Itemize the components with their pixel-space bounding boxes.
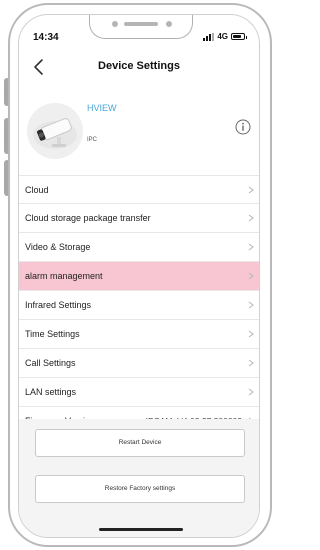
chevron-right-icon (248, 186, 254, 194)
menu-item-label: Call Settings (25, 358, 76, 368)
menu-item-cloud-transfer[interactable]: Cloud storage package transfer (19, 204, 259, 233)
chevron-right-icon (248, 272, 254, 280)
status-time: 14:34 (33, 32, 59, 43)
signal-icon (203, 32, 215, 41)
chevron-right-icon (248, 388, 254, 396)
chevron-right-icon (248, 359, 254, 367)
menu-item-label: Infrared Settings (25, 300, 92, 310)
chevron-right-icon (248, 330, 254, 338)
home-indicator (99, 528, 183, 531)
camera-dot (112, 21, 118, 27)
status-icons: 4G (203, 32, 247, 41)
chevron-right-icon (248, 301, 254, 309)
battery-icon (231, 33, 247, 40)
phone-notch (89, 15, 193, 39)
menu-item-infrared[interactable]: Infrared Settings (19, 291, 259, 320)
device-type: IPC (87, 137, 98, 143)
action-area: Restart Device Restore Factory settings (19, 419, 259, 537)
menu-item-label: Cloud storage package transfer (25, 213, 151, 223)
menu-item-label: Cloud (25, 184, 49, 195)
chevron-right-icon (248, 214, 254, 222)
settings-menu: Cloud Cloud storage package transfer Vid… (19, 175, 259, 436)
network-type: 4G (217, 32, 228, 41)
menu-item-cloud[interactable]: Cloud (19, 175, 259, 204)
camera-icon (27, 103, 83, 159)
phone-screen: 14:34 4G Device Settings HVIEW IPC Cloud… (18, 14, 260, 538)
restore-factory-button[interactable]: Restore Factory settings (35, 475, 245, 503)
sensor-dot (166, 21, 172, 27)
menu-item-label: Time Settings (25, 329, 80, 339)
speaker-grille (124, 22, 158, 26)
battery-fill (233, 35, 241, 38)
menu-item-alarm-management[interactable]: alarm management (19, 262, 259, 291)
menu-item-label: Video & Storage (25, 242, 91, 252)
header-bar: Device Settings (19, 55, 259, 79)
menu-item-time[interactable]: Time Settings (19, 320, 259, 349)
menu-item-label: alarm management (25, 271, 103, 281)
info-icon[interactable] (235, 119, 251, 135)
restart-device-button[interactable]: Restart Device (35, 429, 245, 457)
menu-item-call[interactable]: Call Settings (19, 349, 259, 378)
device-card: HVIEW IPC (19, 99, 259, 169)
menu-item-lan[interactable]: LAN settings (19, 378, 259, 407)
menu-item-label: LAN settings (25, 387, 77, 397)
chevron-right-icon (248, 243, 254, 251)
page-title: Device Settings (98, 60, 180, 72)
menu-item-video-storage[interactable]: Video & Storage (19, 233, 259, 262)
device-name: HVIEW (87, 103, 117, 113)
